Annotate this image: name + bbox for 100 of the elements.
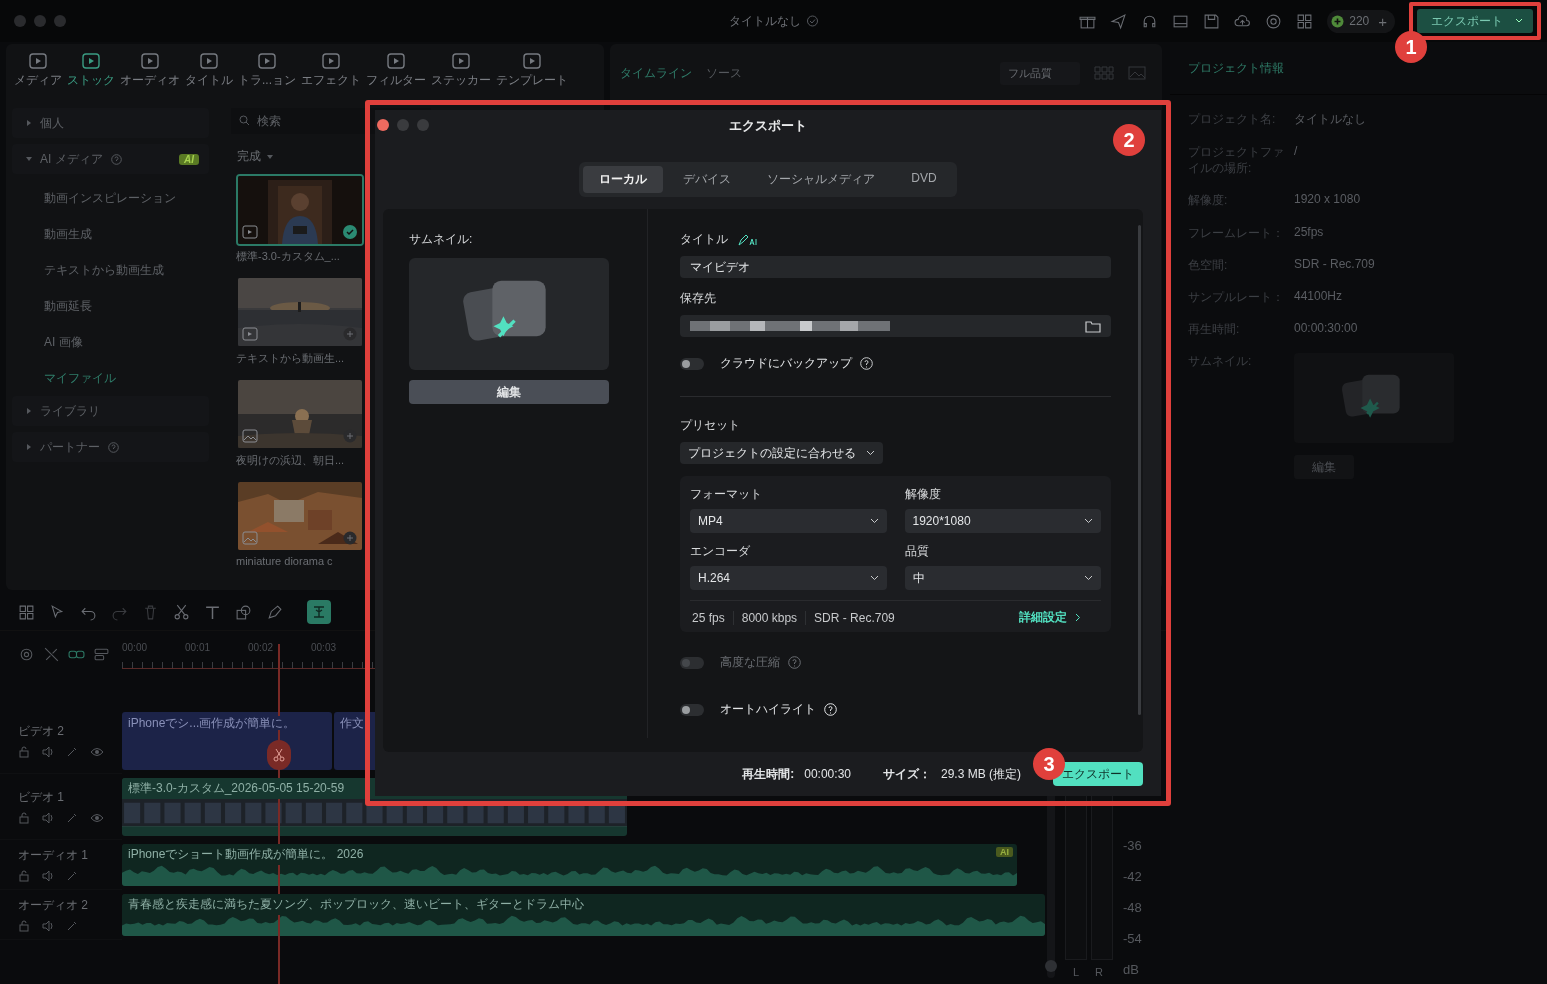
preset-dropdown[interactable]: プロジェクトの設定に合わせる (680, 442, 883, 464)
field-label: プリセット (680, 417, 741, 434)
sidebar-item[interactable]: 動画インスピレーション (12, 180, 209, 216)
check-icon (343, 225, 357, 239)
media-caption: miniature diorama c (236, 555, 334, 567)
help-icon[interactable] (860, 357, 873, 370)
media-tab[interactable]: オーディオ (120, 52, 180, 98)
support-icon[interactable] (1265, 12, 1283, 30)
setting-dropdown[interactable]: 中 (904, 566, 1101, 590)
credits-counter[interactable]: 220 + (1327, 9, 1395, 33)
sidebar-item[interactable]: AI 画像 (12, 324, 209, 360)
media-tab[interactable]: ストック (67, 52, 115, 98)
layout-grid-icon[interactable] (18, 603, 35, 621)
eye-icon[interactable] (90, 745, 104, 758)
ai-pen-icon[interactable] (738, 233, 758, 246)
preview-tab[interactable]: ソース (706, 64, 742, 82)
wand-icon[interactable] (66, 745, 78, 758)
setting-dropdown[interactable]: 1920*1080 (904, 509, 1101, 533)
add-icon[interactable] (343, 531, 357, 545)
setting-dropdown[interactable]: H.264 (690, 566, 887, 590)
apps-grid-icon[interactable] (1296, 12, 1314, 30)
scissors-icon[interactable] (173, 603, 190, 621)
sidebar-item[interactable]: マイファイル (12, 360, 209, 396)
toggle-switch[interactable] (680, 703, 704, 716)
dialog-zoom-button[interactable] (417, 119, 429, 131)
export-tab[interactable]: DVD (895, 166, 953, 193)
eye-icon[interactable] (90, 811, 104, 824)
unlink-icon[interactable] (43, 645, 60, 663)
volume-thumb[interactable] (1045, 959, 1057, 972)
media-tab[interactable]: メディア (14, 52, 62, 98)
lock-icon[interactable] (18, 745, 30, 758)
audio-clip[interactable]: iPhoneでショート動画作成が簡単に。 2026 AI (122, 843, 1017, 886)
speaker-icon[interactable] (42, 745, 54, 758)
media-tab[interactable]: フィルター (366, 52, 426, 98)
add-icon[interactable] (343, 327, 357, 341)
export-button[interactable]: エクスポート (1053, 762, 1143, 786)
snap-button[interactable] (307, 600, 331, 624)
media-tab[interactable]: ステッカー (431, 52, 491, 98)
sidebar-item[interactable]: 動画延長 (12, 288, 209, 324)
sidebar-item[interactable]: テキストから動画生成 (12, 252, 209, 288)
image-icon[interactable] (1128, 66, 1146, 80)
image-icon (242, 530, 258, 546)
shapes-icon[interactable] (235, 603, 252, 621)
tab-icon (199, 52, 219, 70)
lock-icon[interactable] (18, 811, 30, 824)
image-icon (242, 428, 258, 444)
send-icon[interactable] (1110, 12, 1128, 30)
wand-icon[interactable] (66, 919, 78, 932)
pen-icon[interactable] (266, 603, 283, 621)
wand-icon[interactable] (66, 869, 78, 882)
title-field[interactable]: マイビデオ (680, 256, 1111, 278)
quality-dropdown[interactable]: フル品質 (1000, 61, 1080, 85)
speaker-icon[interactable] (42, 919, 54, 932)
export-tab[interactable]: ローカル (583, 166, 664, 193)
channel-label: L (1072, 965, 1080, 978)
export-tab[interactable]: デバイス (667, 166, 748, 193)
setting-dropdown[interactable]: MP4 (690, 509, 887, 533)
media-tab[interactable]: タイトル (185, 52, 233, 98)
scrollbar[interactable] (1138, 225, 1141, 715)
text-icon[interactable] (204, 603, 221, 621)
ai-badge: AI (996, 846, 1013, 857)
advanced-settings-link[interactable]: 詳細設定 (1019, 609, 1101, 626)
toggle-switch[interactable] (680, 357, 704, 370)
media-tab[interactable]: トラ...ョン (238, 52, 296, 98)
lock-icon[interactable] (18, 919, 30, 932)
track-name: ビデオ 2 (18, 722, 65, 740)
credit-coin-icon (1331, 14, 1345, 28)
save-icon[interactable] (1203, 12, 1221, 30)
speaker-icon[interactable] (42, 869, 54, 882)
add-credits-button[interactable]: + (1378, 12, 1387, 30)
folder-icon[interactable] (1085, 319, 1101, 333)
dialog-minimize-button[interactable] (397, 119, 409, 131)
chevron-down-icon (1084, 518, 1093, 524)
dialog-close-button[interactable] (377, 119, 389, 131)
delete-icon[interactable] (142, 603, 159, 621)
audio-clip[interactable]: 青春感と疾走感に満ちた夏ソング、ポップロック、速いビート、ギターとドラム中心 (122, 893, 1045, 936)
track-name: ビデオ 1 (18, 788, 65, 806)
sidebar-group[interactable]: AI メディア AI (12, 144, 209, 174)
dialog-title: エクスポート (729, 117, 807, 135)
video-clip-icon (242, 224, 258, 240)
sidebar-item[interactable]: 動画生成 (12, 216, 209, 252)
save-path-field[interactable] (680, 315, 1111, 337)
speaker-icon[interactable] (42, 811, 54, 824)
media-tab[interactable]: テンプレート (496, 52, 568, 98)
title-clip[interactable]: iPhoneでシ...画作成が簡単に。 (122, 711, 332, 770)
sidebar-group[interactable]: パートナー (12, 432, 209, 462)
lock-icon[interactable] (18, 869, 30, 882)
field-label: フォーマット (690, 486, 763, 503)
pointer-icon[interactable] (49, 603, 66, 621)
info-value: タイトルなし (1294, 111, 1366, 128)
preview-tab[interactable]: タイムライン (620, 64, 692, 82)
sidebar-group[interactable]: 個人 (12, 108, 209, 138)
media-tab[interactable]: エフェクト (301, 52, 361, 98)
wand-icon[interactable] (66, 811, 78, 824)
export-tab[interactable]: ソーシャルメディア (751, 166, 892, 193)
filter-dropdown[interactable]: 完成 (237, 148, 381, 165)
sidebar-group[interactable]: ライブラリ (12, 396, 209, 426)
chevron-down-icon (1084, 575, 1093, 581)
edit-button[interactable]: 編集 (409, 380, 609, 404)
export-button[interactable]: エクスポート (1417, 9, 1533, 33)
